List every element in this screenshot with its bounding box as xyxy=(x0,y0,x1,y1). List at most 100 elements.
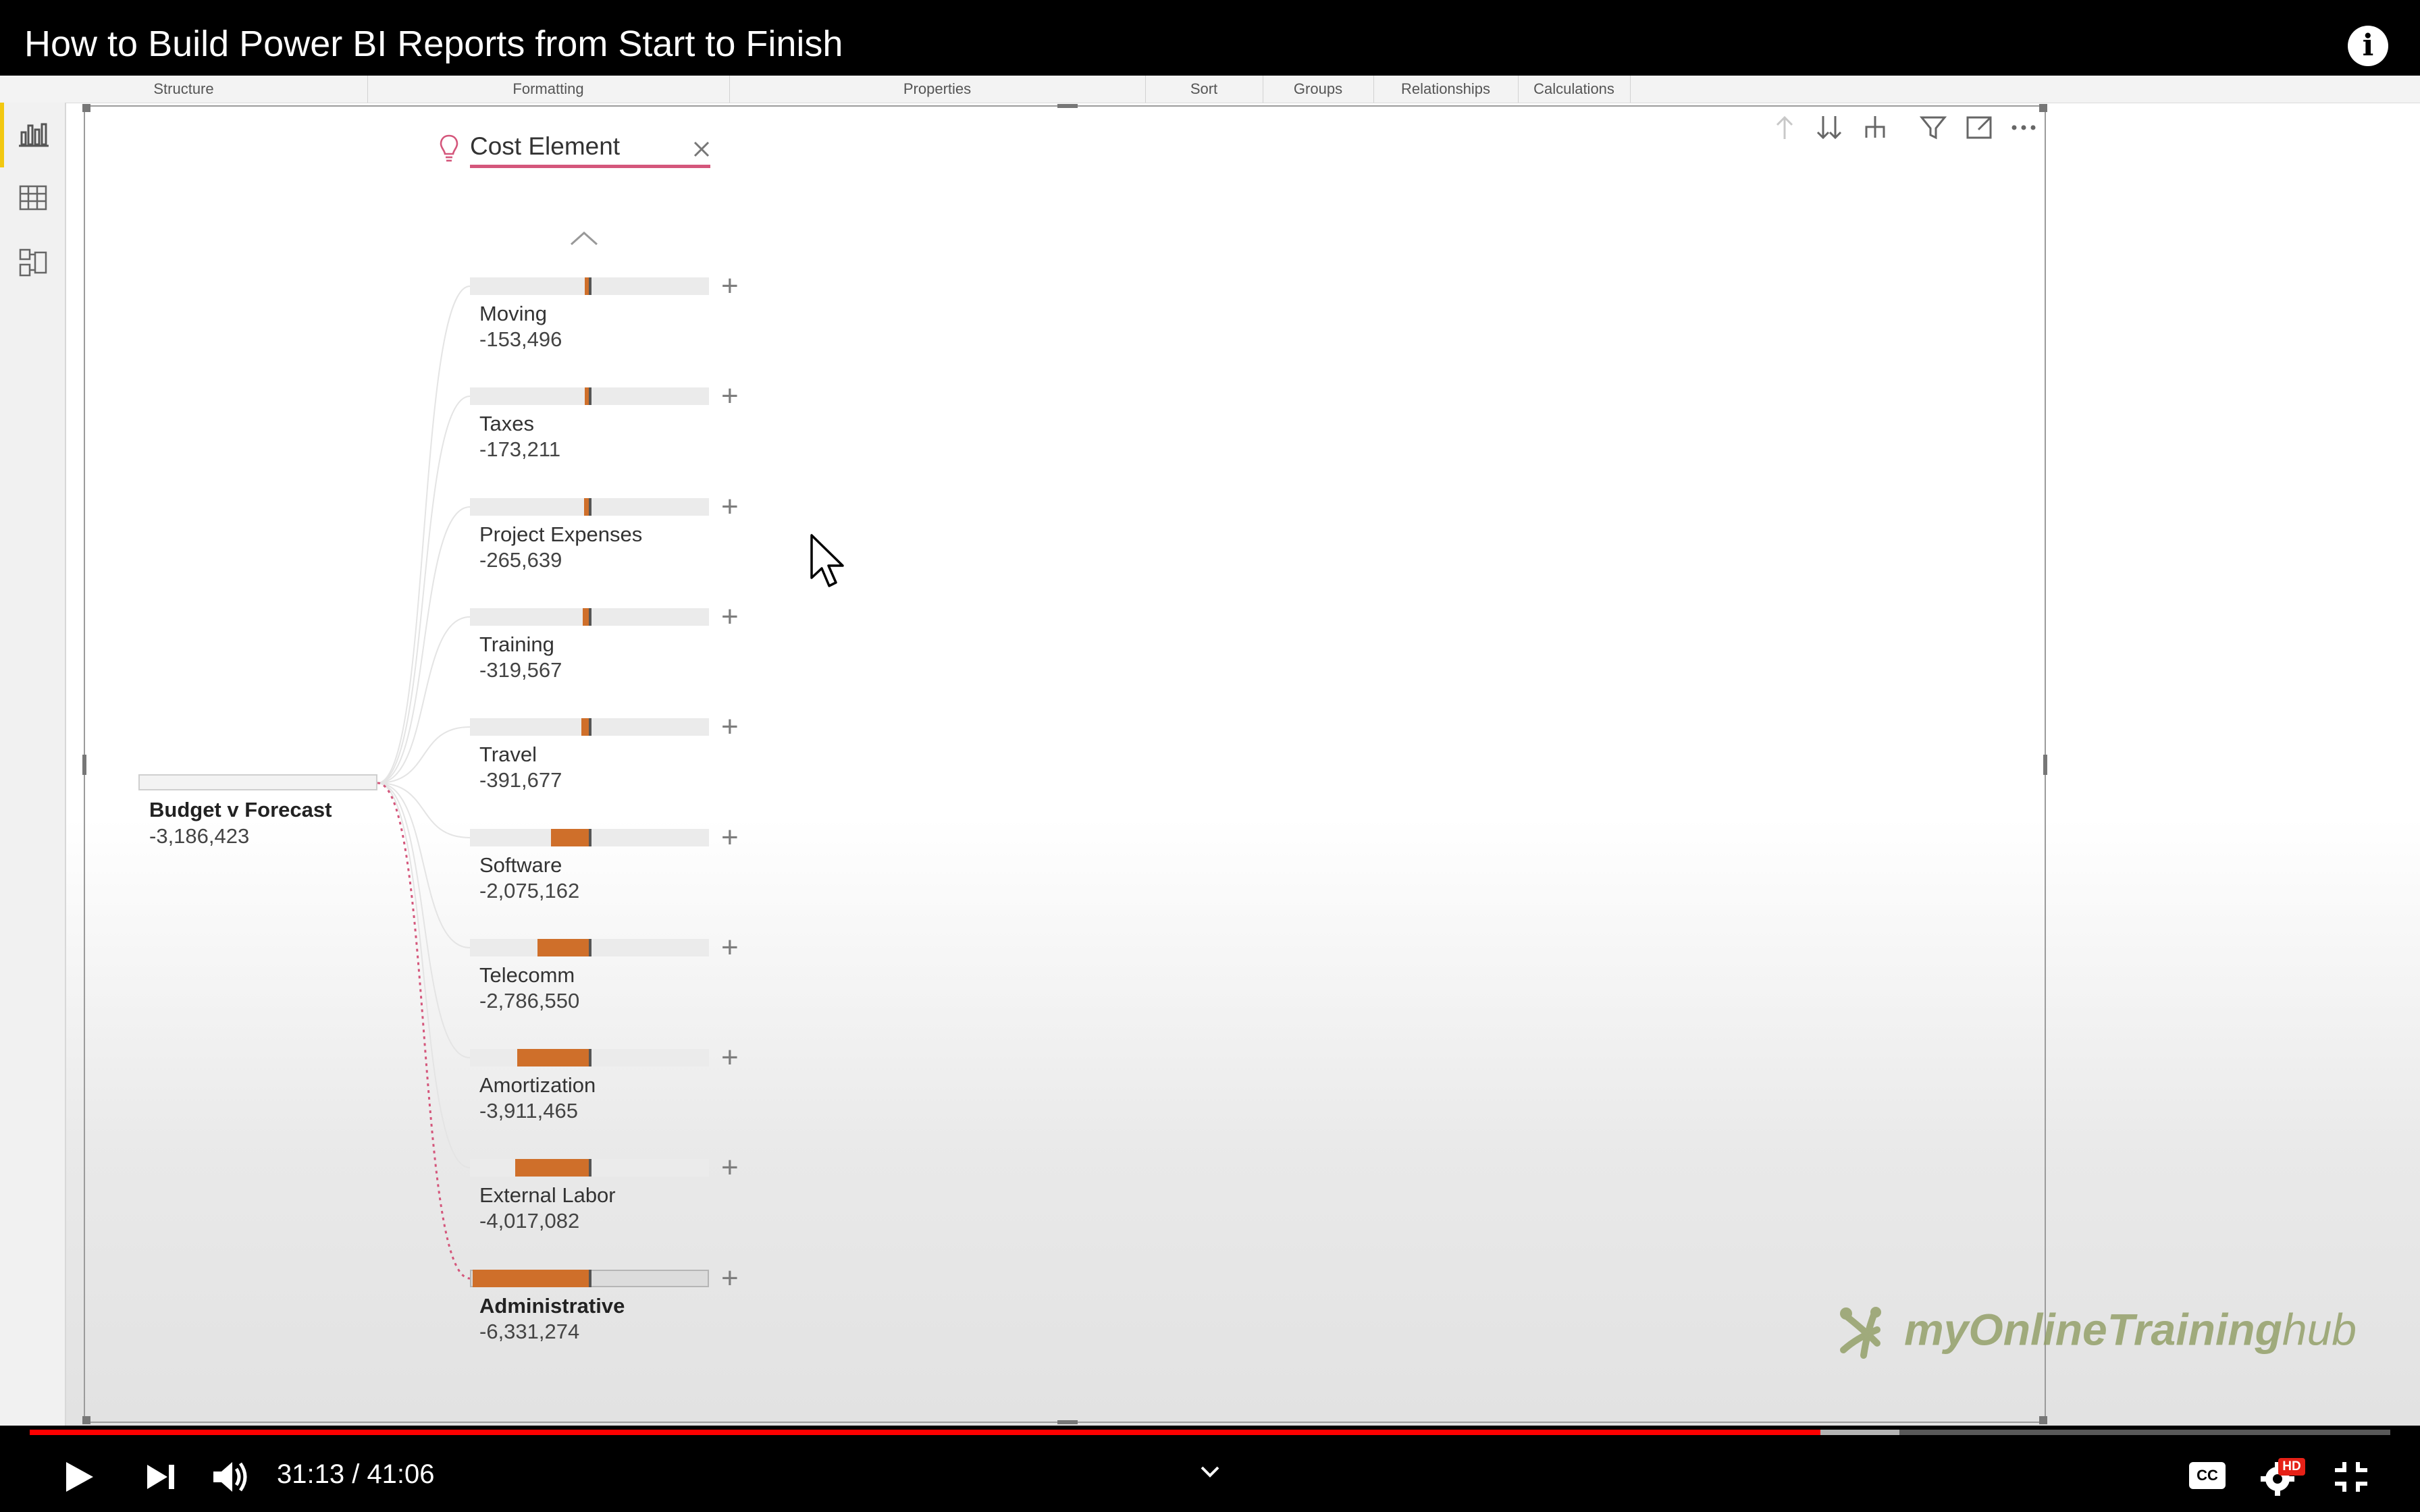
video-frame[interactable]: How to Build Power BI Reports from Start… xyxy=(0,0,2420,1512)
resize-handle-tl[interactable] xyxy=(82,104,90,112)
decomposition-tree-visual[interactable] xyxy=(82,104,2047,1424)
drill-up-icon[interactable] xyxy=(1768,111,1801,144)
expand-node-plus-icon[interactable]: + xyxy=(721,1153,739,1183)
node-label[interactable]: Administrative xyxy=(479,1294,625,1318)
next-icon[interactable] xyxy=(143,1459,178,1494)
video-title[interactable]: How to Build Power BI Reports from Start… xyxy=(24,23,843,65)
resize-handle-top[interactable] xyxy=(1057,104,1078,108)
watermark-text-hub: hub xyxy=(2282,1304,2357,1355)
node-label[interactable]: External Labor xyxy=(479,1183,616,1208)
resize-handle-right[interactable] xyxy=(2043,755,2047,775)
node-bar-zero-line xyxy=(589,498,591,516)
ribbon-group-relationships: Relationships xyxy=(1373,76,1519,103)
filter-icon[interactable] xyxy=(1916,111,1950,144)
mouse-cursor-icon xyxy=(810,534,844,587)
ribbon-group-calculations: Calculations xyxy=(1518,76,1631,103)
seek-bar-played xyxy=(30,1430,1820,1435)
ribbon-group-formatting: Formatting xyxy=(367,76,730,103)
node-bar-fill xyxy=(581,718,589,736)
node-value: -4,017,082 xyxy=(479,1209,580,1233)
view-switcher-rail xyxy=(0,103,66,1426)
watermark-logo: myOnlineTraininghub xyxy=(1837,1303,2357,1364)
node-label[interactable]: Travel xyxy=(479,742,537,767)
resize-handle-left[interactable] xyxy=(82,755,86,775)
volume-icon[interactable] xyxy=(211,1458,251,1496)
time-display: 31:13 / 41:06 xyxy=(277,1459,435,1489)
expand-node-plus-icon[interactable]: + xyxy=(721,492,739,522)
node-value: -2,786,550 xyxy=(479,989,580,1013)
node-label[interactable]: Software xyxy=(479,853,562,878)
root-value: -3,186,423 xyxy=(149,824,250,848)
expand-node-plus-icon[interactable]: + xyxy=(721,602,739,632)
exit-fullscreen-icon[interactable] xyxy=(2332,1459,2370,1494)
expand-node-plus-icon[interactable]: + xyxy=(721,823,739,853)
info-icon[interactable]: i xyxy=(2348,26,2388,66)
expand-node-plus-icon[interactable]: + xyxy=(721,712,739,742)
close-level-icon[interactable] xyxy=(691,139,712,159)
drill-down-all-icon[interactable] xyxy=(1812,111,1846,144)
ribbon-groups: Structure Formatting Properties Sort Gro… xyxy=(0,76,2420,103)
level-header-underline xyxy=(470,165,710,168)
ribbon-group-groups: Groups xyxy=(1263,76,1374,103)
ribbon-group-sort: Sort xyxy=(1145,76,1263,103)
expand-node-plus-icon[interactable]: + xyxy=(721,1043,739,1073)
node-label[interactable]: Project Expenses xyxy=(479,522,642,547)
active-view-indicator xyxy=(0,103,4,167)
more-options-icon[interactable] xyxy=(2007,111,2041,144)
data-view-icon[interactable] xyxy=(18,182,49,213)
node-value: -2,075,162 xyxy=(479,879,580,902)
watermark-text: myOnlineTraining xyxy=(1904,1304,2282,1355)
node-label[interactable]: Moving xyxy=(479,302,547,326)
expand-node-plus-icon[interactable]: + xyxy=(721,271,739,301)
node-bar-zero-line xyxy=(589,1049,591,1066)
expand-node-plus-icon[interactable]: + xyxy=(721,1264,739,1293)
node-bar-fill xyxy=(584,498,589,516)
node-bar-zero-line xyxy=(589,1159,591,1177)
play-icon[interactable] xyxy=(59,1458,97,1496)
expand-node-plus-icon[interactable]: + xyxy=(721,933,739,963)
node-bar-zero-line xyxy=(589,939,591,956)
level-header-label[interactable]: Cost Element xyxy=(470,132,620,161)
node-bar-fill xyxy=(517,1049,589,1066)
lightbulb-icon xyxy=(440,134,458,162)
expand-node-plus-icon[interactable]: + xyxy=(721,381,739,411)
node-value: -3,911,465 xyxy=(479,1099,578,1123)
chapters-chevron-icon[interactable] xyxy=(1198,1463,1222,1480)
node-label[interactable]: Telecomm xyxy=(479,963,575,988)
node-label[interactable]: Training xyxy=(479,632,554,657)
node-value: -265,639 xyxy=(479,548,562,572)
node-bar-zero-line xyxy=(589,1270,591,1287)
node-bar-fill xyxy=(551,829,589,846)
node-bar-zero-line xyxy=(589,277,591,295)
watermark-mark-icon xyxy=(1840,1307,1881,1359)
ribbon-group-properties: Properties xyxy=(729,76,1146,103)
node-bar-fill xyxy=(583,608,589,626)
report-view-icon[interactable] xyxy=(18,119,49,150)
focus-mode-icon[interactable] xyxy=(1962,111,1996,144)
node-label[interactable]: Taxes xyxy=(479,412,534,436)
captions-icon[interactable]: CC xyxy=(2189,1462,2226,1489)
node-label[interactable]: Amortization xyxy=(479,1073,596,1098)
resize-handle-bottom[interactable] xyxy=(1057,1420,1078,1424)
node-bar-fill xyxy=(537,939,589,956)
node-bar-fill xyxy=(515,1159,589,1177)
node-value: -173,211 xyxy=(479,437,561,461)
node-bar-zero-line xyxy=(589,608,591,626)
hd-badge: HD xyxy=(2278,1458,2305,1476)
scroll-up-chevron-icon[interactable] xyxy=(567,228,601,248)
node-value: -391,677 xyxy=(479,768,562,792)
node-bar-zero-line xyxy=(589,829,591,846)
resize-handle-bl[interactable] xyxy=(82,1416,90,1424)
node-value: -6,331,274 xyxy=(479,1320,580,1343)
node-value: -153,496 xyxy=(479,327,562,351)
expand-hierarchy-icon[interactable] xyxy=(1858,111,1892,144)
ribbon-group-structure: Structure xyxy=(0,76,368,103)
node-bar-zero-line xyxy=(589,387,591,405)
resize-handle-br[interactable] xyxy=(2039,1416,2047,1424)
model-view-icon[interactable] xyxy=(18,247,49,278)
node-value: -319,567 xyxy=(479,658,562,682)
root-bar[interactable] xyxy=(138,774,377,790)
node-bar-fill xyxy=(473,1270,589,1287)
node-bar-zero-line xyxy=(589,718,591,736)
root-label[interactable]: Budget v Forecast xyxy=(149,798,332,822)
